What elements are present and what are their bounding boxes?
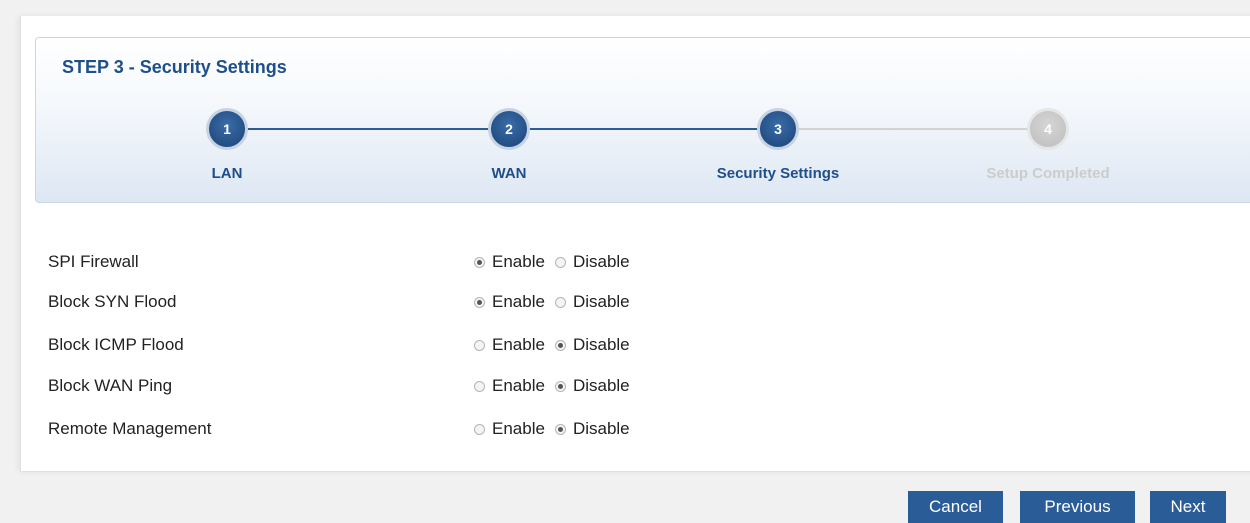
setting-label: Block WAN Ping (48, 376, 173, 395)
setting-options: Enable Disable (474, 417, 640, 441)
enable-option[interactable]: Enable (474, 376, 555, 396)
enable-option[interactable]: Enable (474, 292, 555, 312)
setting-options: Enable Disable (474, 333, 640, 357)
disable-label[interactable]: Disable (573, 419, 630, 439)
enable-radio[interactable] (474, 339, 485, 351)
enable-radio[interactable] (474, 296, 485, 308)
enable-radio[interactable] (474, 380, 485, 392)
disable-radio[interactable] (554, 339, 566, 351)
setting-options: Enable Disable (474, 290, 640, 314)
enable-option[interactable]: Enable (474, 252, 555, 272)
disable-option[interactable]: Disable (554, 335, 640, 355)
step-4-number: 4 (1044, 121, 1052, 137)
disable-option[interactable]: Disable (554, 376, 640, 396)
setting-label: Block SYN Flood (48, 292, 177, 311)
enable-radio[interactable] (474, 423, 485, 435)
enable-label[interactable]: Enable (492, 419, 545, 439)
wizard-title: STEP 3 - Security Settings (62, 57, 287, 77)
enable-radio[interactable] (474, 256, 485, 268)
setting-options: Enable Disable (474, 374, 640, 398)
setting-options: Enable Disable (474, 250, 640, 274)
progress-line-2-3 (519, 128, 768, 130)
step-1-number: 1 (223, 121, 231, 137)
enable-label[interactable]: Enable (492, 376, 545, 396)
wizard-progress: STEP 3 - Security Settings 1 2 3 4 LAN W… (35, 37, 1250, 203)
previous-button[interactable]: Previous (1020, 491, 1135, 523)
step-2-circle: 2 (488, 108, 530, 150)
cancel-button[interactable]: Cancel (908, 491, 1003, 523)
next-button[interactable]: Next (1150, 491, 1226, 523)
enable-label[interactable]: Enable (492, 335, 545, 355)
setting-label: Remote Management (48, 419, 212, 438)
enable-option[interactable]: Enable (474, 335, 555, 355)
step-1-label: LAN (211, 165, 243, 182)
disable-radio[interactable] (554, 256, 566, 268)
disable-option[interactable]: Disable (554, 419, 640, 439)
disable-label[interactable]: Disable (573, 335, 630, 355)
disable-radio[interactable] (554, 423, 566, 435)
step-4-circle: 4 (1027, 108, 1069, 150)
step-3-circle: 3 (757, 108, 799, 150)
wizard-panel: STEP 3 - Security Settings 1 2 3 4 LAN W… (20, 16, 1250, 472)
enable-label[interactable]: Enable (492, 252, 545, 272)
setting-label: Block ICMP Flood (48, 335, 184, 354)
disable-label[interactable]: Disable (573, 252, 630, 272)
step-1-circle: 1 (206, 108, 248, 150)
disable-label[interactable]: Disable (573, 292, 630, 312)
disable-option[interactable]: Disable (554, 292, 640, 312)
disable-option[interactable]: Disable (554, 252, 640, 272)
enable-option[interactable]: Enable (474, 419, 555, 439)
step-2-number: 2 (505, 121, 513, 137)
step-3-label: Security Settings (716, 165, 840, 182)
step-4-label: Setup Completed (986, 165, 1110, 182)
disable-label[interactable]: Disable (573, 376, 630, 396)
setting-label: SPI Firewall (48, 252, 139, 271)
disable-radio[interactable] (554, 380, 566, 392)
enable-label[interactable]: Enable (492, 292, 545, 312)
step-3-number: 3 (774, 121, 782, 137)
progress-line-1-2 (247, 128, 499, 130)
step-2-label: WAN (491, 165, 527, 182)
disable-radio[interactable] (554, 296, 566, 308)
progress-line-3-4 (788, 128, 1038, 130)
